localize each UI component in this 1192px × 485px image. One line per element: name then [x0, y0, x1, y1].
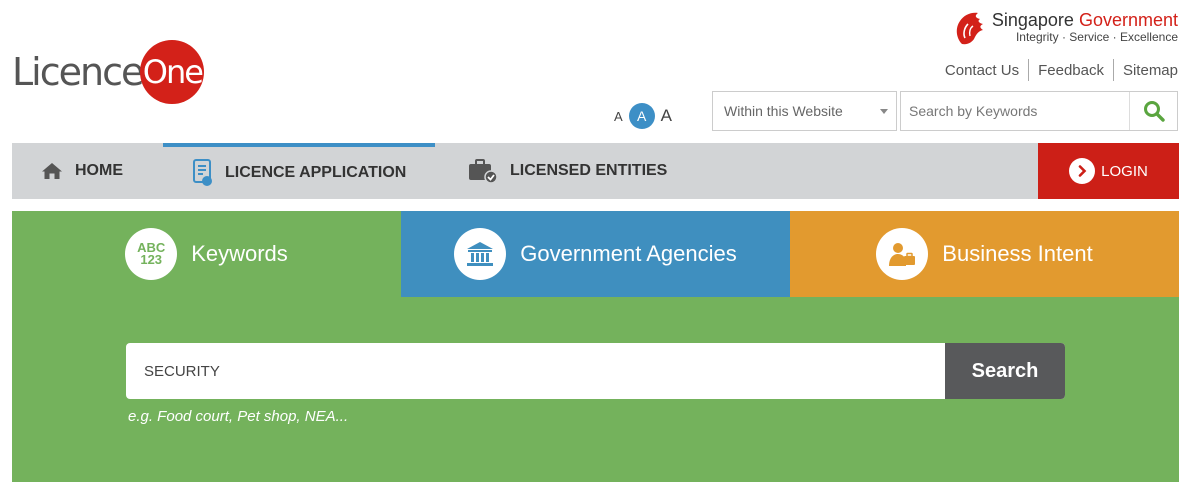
abc-123-icon: ABC 123 — [125, 228, 178, 280]
search-mode-tabs: ABC 123 Keywords Government Agencies Bus… — [12, 211, 1179, 297]
feedback-link[interactable]: Feedback — [1029, 62, 1113, 79]
nav-label-licence-application: LICENCE APPLICATION — [225, 164, 407, 181]
nav-label-home: HOME — [75, 162, 123, 179]
search-scope-dropdown[interactable]: Within this Website — [712, 91, 897, 131]
123-icon-text: 123 — [140, 252, 163, 267]
gov-title: Singapore Government — [992, 10, 1178, 30]
tab-agencies-label: Government Agencies — [520, 241, 737, 266]
keyword-search-hint: e.g. Food court, Pet shop, NEA... — [128, 408, 349, 425]
login-button[interactable]: LOGIN — [1038, 143, 1179, 199]
font-size-medium-button[interactable]: A — [628, 103, 655, 129]
gov-title-suffix: Government — [1078, 10, 1178, 30]
licenceone-logo[interactable]: Licence One — [12, 40, 205, 104]
site-search-input[interactable] — [901, 92, 1129, 130]
site-search-button[interactable] — [1129, 92, 1177, 130]
font-size-controls: A A A — [614, 103, 672, 129]
utility-links: Contact Us Feedback Sitemap — [936, 59, 1178, 81]
keyword-search-input[interactable] — [126, 343, 945, 399]
font-size-large-button[interactable]: A — [661, 106, 672, 126]
sitemap-link[interactable]: Sitemap — [1114, 62, 1178, 79]
login-label: LOGIN — [1101, 162, 1148, 180]
font-size-small-button[interactable]: A — [614, 109, 623, 124]
keyword-search-button[interactable]: Search — [945, 343, 1065, 399]
search-icon — [1143, 101, 1165, 122]
briefcase-check-icon — [468, 158, 498, 184]
nav-label-licensed-entities: LICENSED ENTITIES — [510, 162, 668, 179]
chevron-right-icon — [1069, 158, 1096, 184]
business-person-icon — [876, 228, 929, 280]
logo-text-licence: Licence — [12, 50, 144, 94]
chevron-down-icon — [880, 109, 888, 114]
singapore-government-banner[interactable]: Singapore Government Integrity · Service… — [952, 8, 1178, 46]
keyword-search-bar: Search — [126, 343, 1065, 399]
licence-search-panel: ABC 123 Keywords Government Agencies Bus… — [12, 211, 1179, 482]
building-icon — [454, 228, 507, 280]
search-scope-value: Within this Website — [724, 103, 843, 119]
merlion-lion-icon — [956, 12, 983, 45]
home-icon — [41, 162, 63, 180]
gov-title-prefix: Singapore — [991, 10, 1074, 30]
nav-item-licence-application[interactable]: LICENCE APPLICATION — [163, 143, 435, 199]
tab-keywords[interactable]: ABC 123 Keywords — [12, 211, 401, 297]
gov-motto: Integrity · Service · Excellence — [1015, 30, 1178, 44]
nav-item-licensed-entities[interactable]: LICENSED ENTITIES — [435, 143, 667, 199]
tab-business-intent[interactable]: Business Intent — [790, 211, 1179, 297]
tab-government-agencies[interactable]: Government Agencies — [401, 211, 790, 297]
site-search-box — [900, 91, 1178, 131]
logo-circle-one: One — [140, 40, 205, 104]
document-icon — [193, 159, 213, 187]
tab-keywords-label: Keywords — [191, 241, 288, 266]
contact-us-link[interactable]: Contact Us — [936, 62, 1028, 79]
main-navigation: HOME LICENCE APPLICATION LICENSED ENTITI… — [12, 143, 1179, 199]
tab-intent-label: Business Intent — [942, 241, 1093, 266]
nav-item-home[interactable]: HOME — [12, 143, 163, 199]
